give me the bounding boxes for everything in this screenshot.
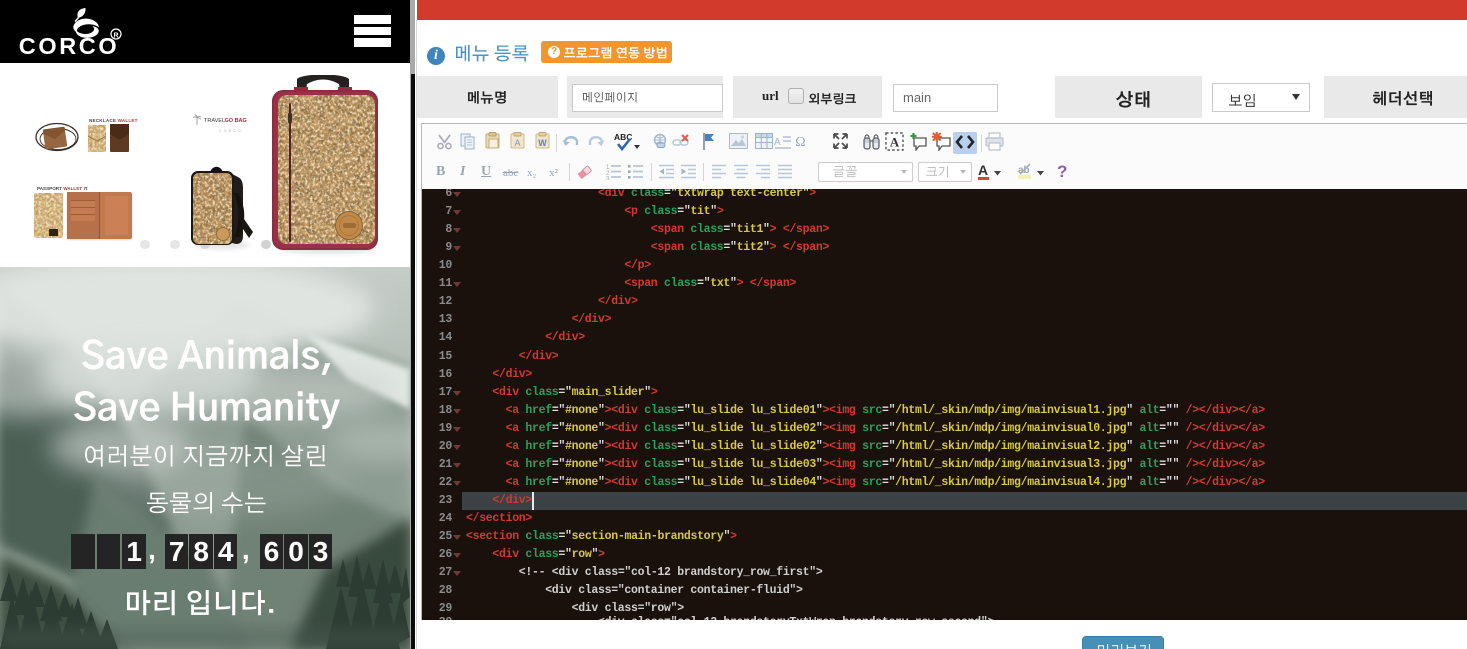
svg-text:A: A <box>774 137 781 148</box>
svg-text:W: W <box>538 138 547 148</box>
svg-text:Ω: Ω <box>795 135 805 150</box>
svg-text:R: R <box>113 33 118 40</box>
svg-text:3: 3 <box>606 177 610 181</box>
svg-text:A: A <box>978 162 988 178</box>
svg-text:A: A <box>890 135 900 150</box>
svg-text:A: A <box>514 138 520 148</box>
svg-text:CORCO: CORCO <box>19 33 119 59</box>
